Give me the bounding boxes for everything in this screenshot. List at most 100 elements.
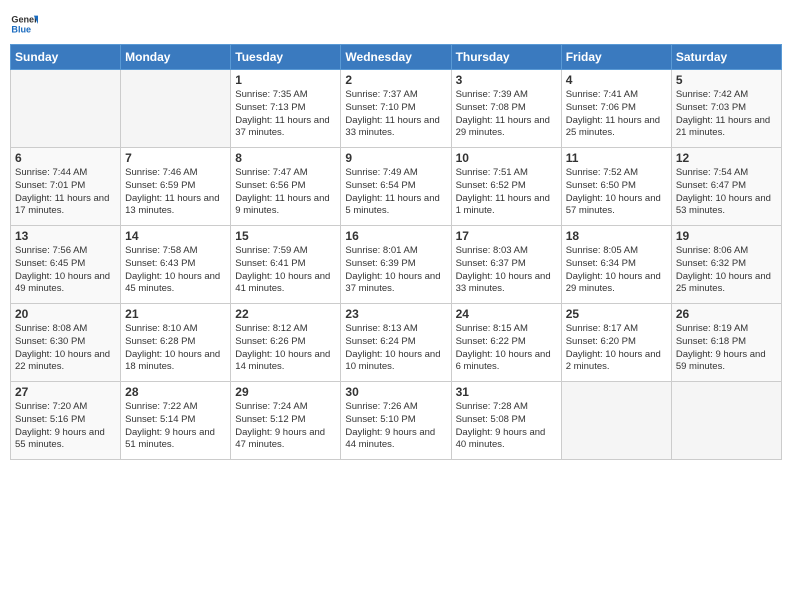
day-info: Sunrise: 8:13 AM Sunset: 6:24 PM Dayligh… <box>345 323 446 374</box>
calendar-cell: 4 Sunrise: 7:41 AM Sunset: 7:06 PM Daylig… <box>561 70 671 148</box>
day-number: 12 <box>676 151 777 165</box>
day-number: 17 <box>456 229 557 243</box>
day-header-monday: Monday <box>121 45 231 70</box>
day-number: 15 <box>235 229 336 243</box>
calendar-cell: 11 Sunrise: 7:52 AM Sunset: 6:50 PM Dayli… <box>561 148 671 226</box>
day-number: 22 <box>235 307 336 321</box>
day-number: 23 <box>345 307 446 321</box>
day-info: Sunrise: 7:46 AM Sunset: 6:59 PM Dayligh… <box>125 167 226 218</box>
calendar-cell: 6 Sunrise: 7:44 AM Sunset: 7:01 PM Daylig… <box>11 148 121 226</box>
day-info: Sunrise: 8:03 AM Sunset: 6:37 PM Dayligh… <box>456 245 557 296</box>
calendar-cell: 22 Sunrise: 8:12 AM Sunset: 6:26 PM Dayli… <box>231 304 341 382</box>
week-row-5: 27 Sunrise: 7:20 AM Sunset: 5:16 PM Dayli… <box>11 382 782 460</box>
day-number: 5 <box>676 73 777 87</box>
day-info: Sunrise: 7:51 AM Sunset: 6:52 PM Dayligh… <box>456 167 557 218</box>
svg-text:General: General <box>11 15 38 25</box>
svg-text:Blue: Blue <box>11 24 31 34</box>
day-header-tuesday: Tuesday <box>231 45 341 70</box>
day-info: Sunrise: 7:52 AM Sunset: 6:50 PM Dayligh… <box>566 167 667 218</box>
calendar-cell: 1 Sunrise: 7:35 AM Sunset: 7:13 PM Daylig… <box>231 70 341 148</box>
day-number: 4 <box>566 73 667 87</box>
calendar-cell: 5Sunrise: 7:42 AM Sunset: 7:03 PM Daylig… <box>671 70 781 148</box>
logo: General Blue <box>10 10 40 38</box>
day-info: Sunrise: 8:06 AM Sunset: 6:32 PM Dayligh… <box>676 245 777 296</box>
day-number: 2 <box>345 73 446 87</box>
calendar-cell: 13 Sunrise: 7:56 AM Sunset: 6:45 PM Dayli… <box>11 226 121 304</box>
calendar-cell: 19 Sunrise: 8:06 AM Sunset: 6:32 PM Dayli… <box>671 226 781 304</box>
calendar-cell: 29Sunrise: 7:24 AM Sunset: 5:12 PM Dayli… <box>231 382 341 460</box>
day-info: Sunrise: 8:19 AM Sunset: 6:18 PM Dayligh… <box>676 323 777 374</box>
calendar-cell: 14Sunrise: 7:58 AM Sunset: 6:43 PM Dayli… <box>121 226 231 304</box>
header: General Blue <box>10 10 782 38</box>
day-number: 16 <box>345 229 446 243</box>
day-number: 10 <box>456 151 557 165</box>
logo-icon: General Blue <box>10 10 38 38</box>
day-info: Sunrise: 7:24 AM Sunset: 5:12 PM Dayligh… <box>235 401 336 452</box>
day-number: 20 <box>15 307 116 321</box>
week-row-4: 20 Sunrise: 8:08 AM Sunset: 6:30 PM Dayli… <box>11 304 782 382</box>
week-row-2: 6 Sunrise: 7:44 AM Sunset: 7:01 PM Daylig… <box>11 148 782 226</box>
calendar-cell: 24Sunrise: 8:15 AM Sunset: 6:22 PM Dayli… <box>451 304 561 382</box>
calendar-cell <box>671 382 781 460</box>
day-info: Sunrise: 8:01 AM Sunset: 6:39 PM Dayligh… <box>345 245 446 296</box>
day-number: 13 <box>15 229 116 243</box>
week-row-3: 13 Sunrise: 7:56 AM Sunset: 6:45 PM Dayli… <box>11 226 782 304</box>
day-info: Sunrise: 7:39 AM Sunset: 7:08 PM Dayligh… <box>456 89 557 140</box>
calendar-cell: 31Sunrise: 7:28 AM Sunset: 5:08 PM Dayli… <box>451 382 561 460</box>
calendar-cell: 2 Sunrise: 7:37 AM Sunset: 7:10 PM Daylig… <box>341 70 451 148</box>
day-number: 21 <box>125 307 226 321</box>
day-info: Sunrise: 7:54 AM Sunset: 6:47 PM Dayligh… <box>676 167 777 218</box>
calendar-cell: 3 Sunrise: 7:39 AM Sunset: 7:08 PM Daylig… <box>451 70 561 148</box>
calendar-table: SundayMondayTuesdayWednesdayThursdayFrid… <box>10 44 782 460</box>
calendar-cell: 27 Sunrise: 7:20 AM Sunset: 5:16 PM Dayli… <box>11 382 121 460</box>
day-number: 8 <box>235 151 336 165</box>
day-header-friday: Friday <box>561 45 671 70</box>
day-header-saturday: Saturday <box>671 45 781 70</box>
day-number: 30 <box>345 385 446 399</box>
day-header-thursday: Thursday <box>451 45 561 70</box>
calendar-cell: 9 Sunrise: 7:49 AM Sunset: 6:54 PM Daylig… <box>341 148 451 226</box>
day-info: Sunrise: 7:35 AM Sunset: 7:13 PM Dayligh… <box>235 89 336 140</box>
day-info: Sunrise: 8:12 AM Sunset: 6:26 PM Dayligh… <box>235 323 336 374</box>
day-header-wednesday: Wednesday <box>341 45 451 70</box>
day-number: 31 <box>456 385 557 399</box>
day-number: 26 <box>676 307 777 321</box>
day-number: 19 <box>676 229 777 243</box>
day-number: 3 <box>456 73 557 87</box>
day-info: Sunrise: 7:26 AM Sunset: 5:10 PM Dayligh… <box>345 401 446 452</box>
week-row-1: 1 Sunrise: 7:35 AM Sunset: 7:13 PM Daylig… <box>11 70 782 148</box>
day-info: Sunrise: 7:37 AM Sunset: 7:10 PM Dayligh… <box>345 89 446 140</box>
day-info: Sunrise: 8:08 AM Sunset: 6:30 PM Dayligh… <box>15 323 116 374</box>
calendar-cell: 26 Sunrise: 8:19 AM Sunset: 6:18 PM Dayli… <box>671 304 781 382</box>
day-info: Sunrise: 7:59 AM Sunset: 6:41 PM Dayligh… <box>235 245 336 296</box>
day-info: Sunrise: 7:41 AM Sunset: 7:06 PM Dayligh… <box>566 89 667 140</box>
day-info: Sunrise: 8:05 AM Sunset: 6:34 PM Dayligh… <box>566 245 667 296</box>
day-number: 18 <box>566 229 667 243</box>
calendar-cell: 15 Sunrise: 7:59 AM Sunset: 6:41 PM Dayli… <box>231 226 341 304</box>
calendar-cell: 25Sunrise: 8:17 AM Sunset: 6:20 PM Dayli… <box>561 304 671 382</box>
calendar-cell: 10 Sunrise: 7:51 AM Sunset: 6:52 PM Dayli… <box>451 148 561 226</box>
day-number: 9 <box>345 151 446 165</box>
day-number: 14 <box>125 229 226 243</box>
day-info: Sunrise: 7:44 AM Sunset: 7:01 PM Dayligh… <box>15 167 116 218</box>
day-number: 24 <box>456 307 557 321</box>
calendar-cell: 30 Sunrise: 7:26 AM Sunset: 5:10 PM Dayli… <box>341 382 451 460</box>
calendar-cell: 12 Sunrise: 7:54 AM Sunset: 6:47 PM Dayli… <box>671 148 781 226</box>
day-info: Sunrise: 7:20 AM Sunset: 5:16 PM Dayligh… <box>15 401 116 452</box>
day-info: Sunrise: 7:49 AM Sunset: 6:54 PM Dayligh… <box>345 167 446 218</box>
calendar-cell: 18 Sunrise: 8:05 AM Sunset: 6:34 PM Dayli… <box>561 226 671 304</box>
day-info: Sunrise: 7:47 AM Sunset: 6:56 PM Dayligh… <box>235 167 336 218</box>
day-info: Sunrise: 8:10 AM Sunset: 6:28 PM Dayligh… <box>125 323 226 374</box>
day-header-sunday: Sunday <box>11 45 121 70</box>
calendar-cell: 7Sunrise: 7:46 AM Sunset: 6:59 PM Daylig… <box>121 148 231 226</box>
calendar-cell: 16 Sunrise: 8:01 AM Sunset: 6:39 PM Dayli… <box>341 226 451 304</box>
calendar-cell: 8 Sunrise: 7:47 AM Sunset: 6:56 PM Daylig… <box>231 148 341 226</box>
day-number: 6 <box>15 151 116 165</box>
calendar-cell: 17 Sunrise: 8:03 AM Sunset: 6:37 PM Dayli… <box>451 226 561 304</box>
day-number: 11 <box>566 151 667 165</box>
day-info: Sunrise: 7:56 AM Sunset: 6:45 PM Dayligh… <box>15 245 116 296</box>
calendar-cell: 28Sunrise: 7:22 AM Sunset: 5:14 PM Dayli… <box>121 382 231 460</box>
day-number: 25 <box>566 307 667 321</box>
day-number: 1 <box>235 73 336 87</box>
day-number: 27 <box>15 385 116 399</box>
